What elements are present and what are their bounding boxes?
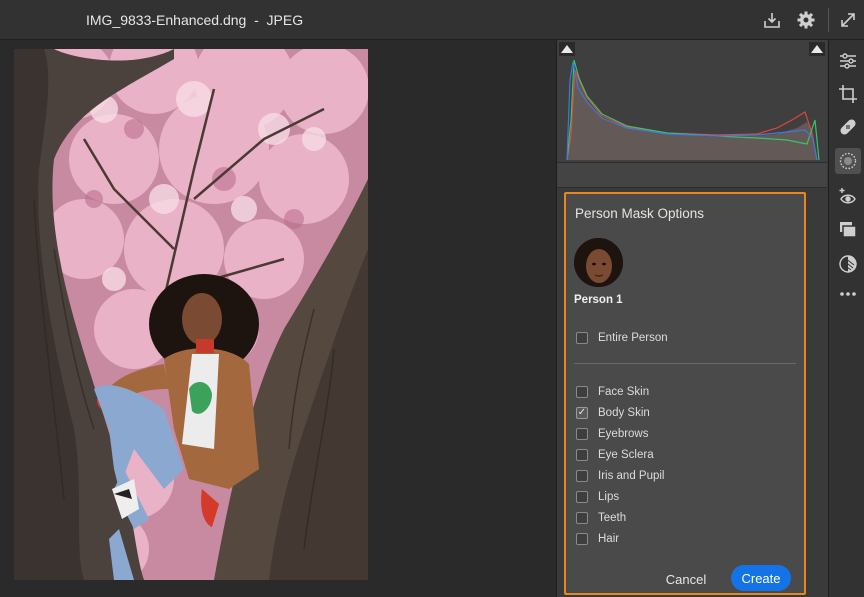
hair-option[interactable]: Hair bbox=[576, 531, 619, 547]
hair-checkbox[interactable] bbox=[576, 533, 588, 545]
gear-icon[interactable] bbox=[796, 10, 816, 30]
heal-icon[interactable] bbox=[837, 116, 859, 138]
lips-checkbox[interactable] bbox=[576, 491, 588, 503]
eye-sclera-checkbox[interactable] bbox=[576, 449, 588, 461]
option-label: Face Skin bbox=[598, 386, 650, 398]
highlight-clipping-icon[interactable] bbox=[809, 42, 825, 56]
title-bar: IMG_9833-Enhanced.dng - JPEG bbox=[0, 0, 864, 40]
option-label: Hair bbox=[598, 533, 620, 545]
body-skin-checkbox[interactable]: ✓ bbox=[576, 407, 588, 419]
option-label: Body Skin bbox=[598, 407, 650, 419]
iris-and-pupil-option[interactable]: Iris and Pupil bbox=[576, 468, 664, 484]
option-label: Iris and Pupil bbox=[598, 470, 665, 482]
person-mask-options-panel: Person Mask Options Person 1 Entire Pers… bbox=[564, 192, 806, 595]
more-icon[interactable] bbox=[837, 283, 859, 305]
checkmark-icon: ✓ bbox=[577, 407, 587, 418]
crop-icon[interactable] bbox=[837, 83, 859, 105]
teeth-checkbox[interactable] bbox=[576, 512, 588, 524]
option-label: Lips bbox=[598, 491, 620, 503]
teeth-option[interactable]: Teeth bbox=[576, 510, 626, 526]
histogram bbox=[557, 40, 827, 162]
divider bbox=[574, 363, 796, 364]
option-label: Entire Person bbox=[598, 332, 668, 344]
panel-title: Person Mask Options bbox=[575, 206, 705, 221]
iris-and-pupil-checkbox[interactable] bbox=[576, 470, 588, 482]
option-label: Eyebrows bbox=[598, 428, 649, 440]
red-eye-icon[interactable] bbox=[837, 185, 859, 207]
titlebar-separator bbox=[828, 8, 829, 32]
edit-sliders-icon[interactable] bbox=[837, 50, 859, 72]
option-label: Eye Sclera bbox=[598, 449, 654, 461]
face-skin-checkbox[interactable] bbox=[576, 386, 588, 398]
person-label: Person 1 bbox=[574, 294, 623, 306]
presets-icon[interactable] bbox=[837, 219, 859, 241]
entire-person-option[interactable]: Entire Person bbox=[576, 330, 668, 346]
download-icon[interactable] bbox=[762, 10, 782, 30]
photo-preview[interactable] bbox=[14, 49, 368, 580]
body-skin-option[interactable]: ✓ Body Skin bbox=[576, 405, 650, 421]
create-button[interactable]: Create bbox=[731, 565, 791, 591]
shadow-clipping-icon[interactable] bbox=[559, 42, 575, 56]
person-thumbnail[interactable] bbox=[574, 238, 623, 287]
entire-person-checkbox[interactable] bbox=[576, 332, 588, 344]
eyebrows-checkbox[interactable] bbox=[576, 428, 588, 440]
eye-sclera-option[interactable]: Eye Sclera bbox=[576, 447, 654, 463]
lips-option[interactable]: Lips bbox=[576, 489, 619, 505]
masking-icon[interactable] bbox=[835, 148, 861, 174]
document-title: IMG_9833-Enhanced.dng - JPEG bbox=[86, 12, 304, 28]
option-label: Teeth bbox=[598, 512, 627, 524]
histogram-info-bar bbox=[557, 162, 827, 188]
eyebrows-option[interactable]: Eyebrows bbox=[576, 426, 649, 442]
tool-strip bbox=[828, 40, 864, 597]
remove-icon[interactable] bbox=[837, 253, 859, 275]
expand-icon[interactable] bbox=[838, 10, 858, 30]
cancel-button[interactable]: Cancel bbox=[658, 568, 714, 590]
face-skin-option[interactable]: Face Skin bbox=[576, 384, 649, 400]
